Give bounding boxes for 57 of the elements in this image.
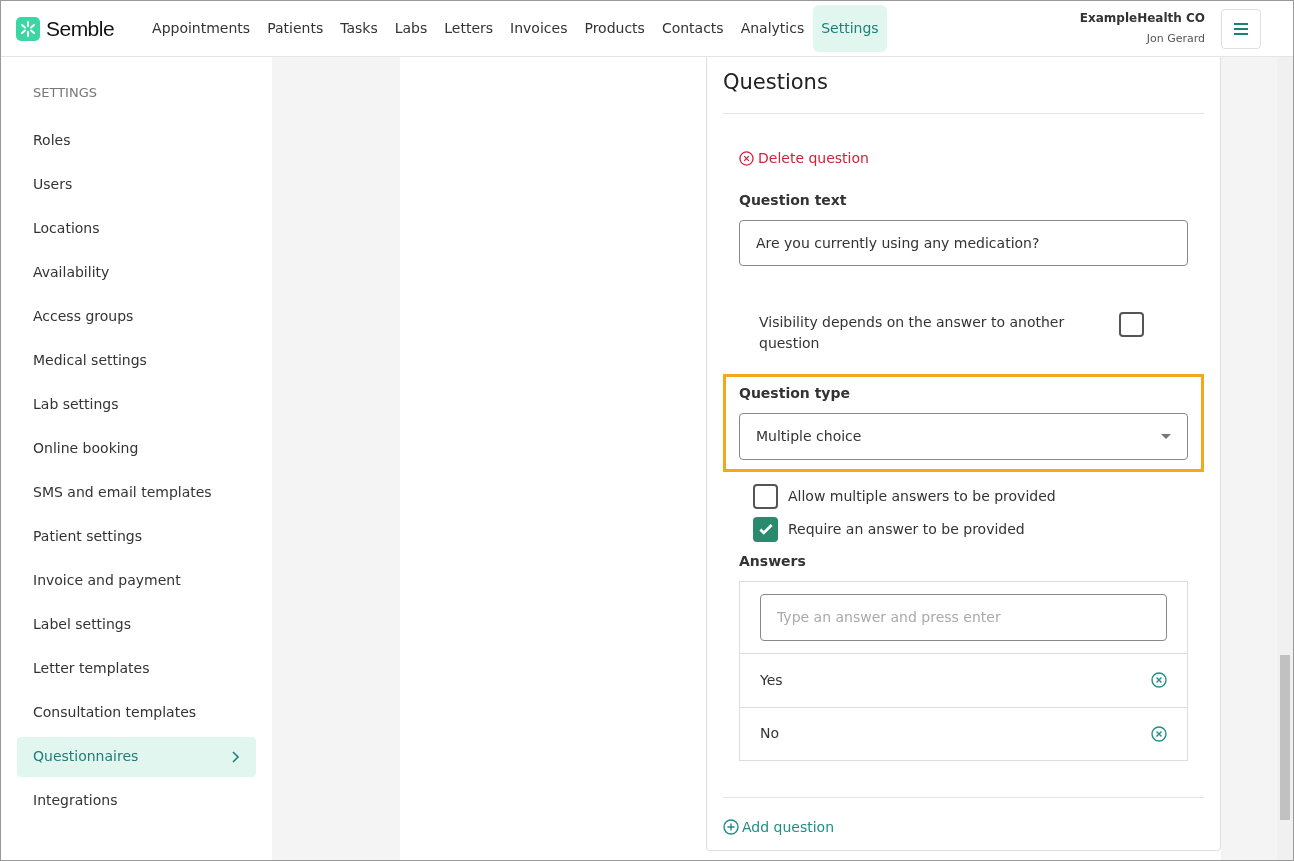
checkbox[interactable]: [1119, 311, 1144, 337]
section-title: Questions: [723, 67, 1204, 114]
sidebar-item[interactable]: Questionnaires: [17, 736, 256, 777]
nav-tab[interactable]: Labs: [386, 5, 436, 52]
sidebar-item[interactable]: Availability: [17, 252, 256, 293]
question-text-field[interactable]: Are you currently using any medication?: [739, 219, 1188, 266]
checkbox-label: Require an answer to be provided: [788, 519, 1025, 539]
field-label: Question text: [739, 190, 848, 210]
add-question-link[interactable]: Add question: [723, 816, 835, 838]
remove-answer-icon[interactable]: [1151, 672, 1167, 688]
nav-tab[interactable]: Appointments: [144, 5, 259, 52]
sidebar-item[interactable]: Users: [17, 164, 256, 205]
question-type-dropdown[interactable]: Multiple choice: [739, 412, 1188, 460]
sidebar-item[interactable]: SMS and email templates: [17, 472, 256, 513]
organisation-name: ExampleHealth CO: [1079, 10, 1205, 28]
logo-icon: [16, 16, 40, 41]
nav-tab[interactable]: Products: [576, 5, 653, 52]
brand-name: Semble: [46, 15, 115, 42]
nav-tab[interactable]: Settings: [813, 5, 887, 52]
checkbox-label: Allow multiple answers to be provided: [788, 486, 1056, 506]
nav-tab[interactable]: Contacts: [653, 5, 732, 52]
menu-button[interactable]: [1221, 8, 1261, 49]
plus-circle-icon: [723, 819, 739, 835]
sidebar-item[interactable]: Locations: [17, 208, 256, 249]
answer-text: Yes: [760, 670, 783, 690]
sidebar-item[interactable]: Letter templates: [17, 648, 256, 689]
sidebar-item[interactable]: Medical settings: [17, 340, 256, 381]
checkbox-label: Visibility depends on the answer to another question: [759, 312, 1066, 353]
field-label: Answers: [739, 551, 807, 571]
user-name: Jon Gerard: [1146, 31, 1205, 48]
field-label: Question type: [739, 383, 851, 403]
sidebar-heading: SETTINGS: [32, 84, 98, 102]
caret-down-icon: [1161, 433, 1171, 439]
scrollbar[interactable]: [1277, 57, 1293, 860]
sidebar-item[interactable]: Integrations: [17, 780, 256, 821]
menu-icon: [1233, 21, 1249, 36]
nav-tab[interactable]: Invoices: [502, 5, 576, 52]
sidebar-item[interactable]: Online booking: [17, 428, 256, 469]
nav-tab[interactable]: Letters: [436, 5, 502, 52]
remove-answer-icon[interactable]: [1151, 725, 1167, 742]
sidebar-item[interactable]: Label settings: [17, 604, 256, 645]
checkbox[interactable]: [753, 516, 778, 542]
chevron-right-icon: [230, 750, 240, 763]
close-circle-icon[interactable]: [739, 150, 754, 166]
sidebar-item[interactable]: Roles: [17, 120, 256, 161]
sidebar-item[interactable]: Patient settings: [17, 516, 256, 557]
sidebar-item[interactable]: Lab settings: [17, 384, 256, 425]
nav-tab[interactable]: Analytics: [732, 5, 813, 52]
answer-text: No: [760, 724, 780, 743]
sidebar-item[interactable]: Invoice and payment: [17, 560, 256, 601]
nav-tab[interactable]: Patients: [259, 5, 332, 52]
answer-input-field[interactable]: Type an answer and press enter: [760, 593, 1167, 641]
nav-tab[interactable]: Tasks: [332, 5, 386, 52]
checkbox[interactable]: [753, 483, 778, 509]
delete-question-link[interactable]: Delete question: [739, 147, 869, 169]
sidebar-item[interactable]: Access groups: [17, 296, 256, 337]
sidebar-item[interactable]: Consultation templates: [17, 692, 256, 733]
